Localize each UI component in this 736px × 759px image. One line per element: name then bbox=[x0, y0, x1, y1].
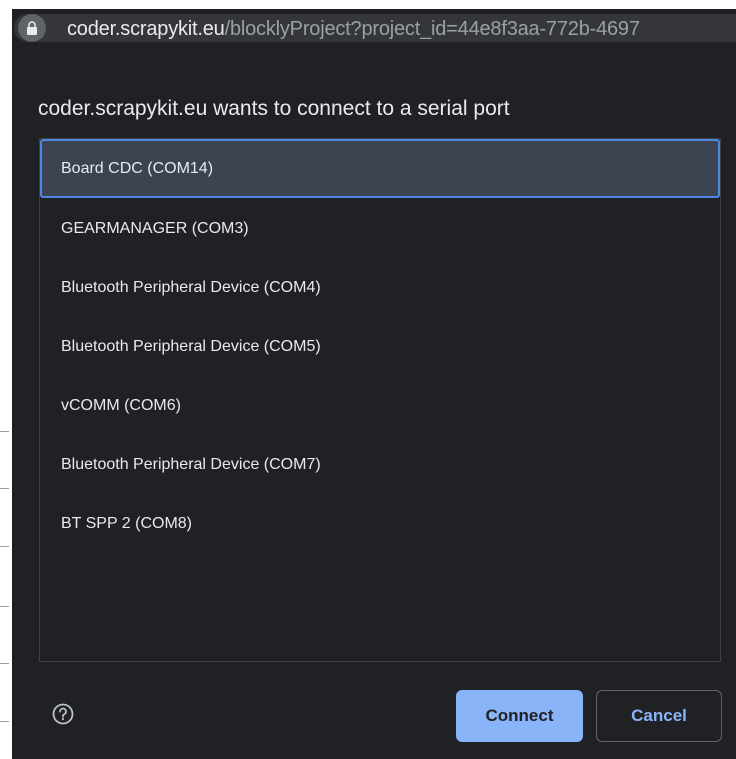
browser-window: coder.scrapykit.eu/blocklyProject?projec… bbox=[0, 0, 736, 759]
dialog-title: coder.scrapykit.eu wants to connect to a… bbox=[38, 97, 510, 120]
background-mark bbox=[0, 546, 9, 547]
background-mark bbox=[0, 431, 9, 432]
background-mark bbox=[0, 663, 9, 664]
serial-port-chooser-dialog: coder.scrapykit.eu wants to connect to a… bbox=[12, 71, 736, 759]
help-circle-icon[interactable] bbox=[52, 703, 74, 725]
port-list[interactable]: Board CDC (COM14) GEARMANAGER (COM3) Blu… bbox=[39, 138, 721, 662]
background-mark bbox=[0, 606, 9, 607]
connect-button[interactable]: Connect bbox=[456, 690, 583, 742]
background-mark bbox=[0, 488, 9, 489]
port-item[interactable]: GEARMANAGER (COM3) bbox=[40, 199, 720, 258]
port-item[interactable]: Bluetooth Peripheral Device (COM5) bbox=[40, 317, 720, 376]
site-info-button[interactable] bbox=[18, 14, 46, 42]
url-path: /blocklyProject?project_id=44e8f3aa-772b… bbox=[224, 18, 640, 40]
port-item[interactable]: Bluetooth Peripheral Device (COM4) bbox=[40, 258, 720, 317]
cancel-button[interactable]: Cancel bbox=[596, 690, 722, 742]
port-item[interactable]: vCOMM (COM6) bbox=[40, 376, 720, 435]
port-item[interactable]: Bluetooth Peripheral Device (COM7) bbox=[40, 435, 720, 494]
port-item[interactable]: BT SPP 2 (COM8) bbox=[40, 494, 720, 553]
url-host: coder.scrapykit.eu bbox=[67, 18, 225, 40]
background-mark bbox=[0, 721, 9, 722]
url-text[interactable]: coder.scrapykit.eu/blocklyProject?projec… bbox=[67, 17, 640, 41]
port-item-selected[interactable]: Board CDC (COM14) bbox=[40, 139, 720, 198]
lock-icon bbox=[27, 21, 37, 35]
